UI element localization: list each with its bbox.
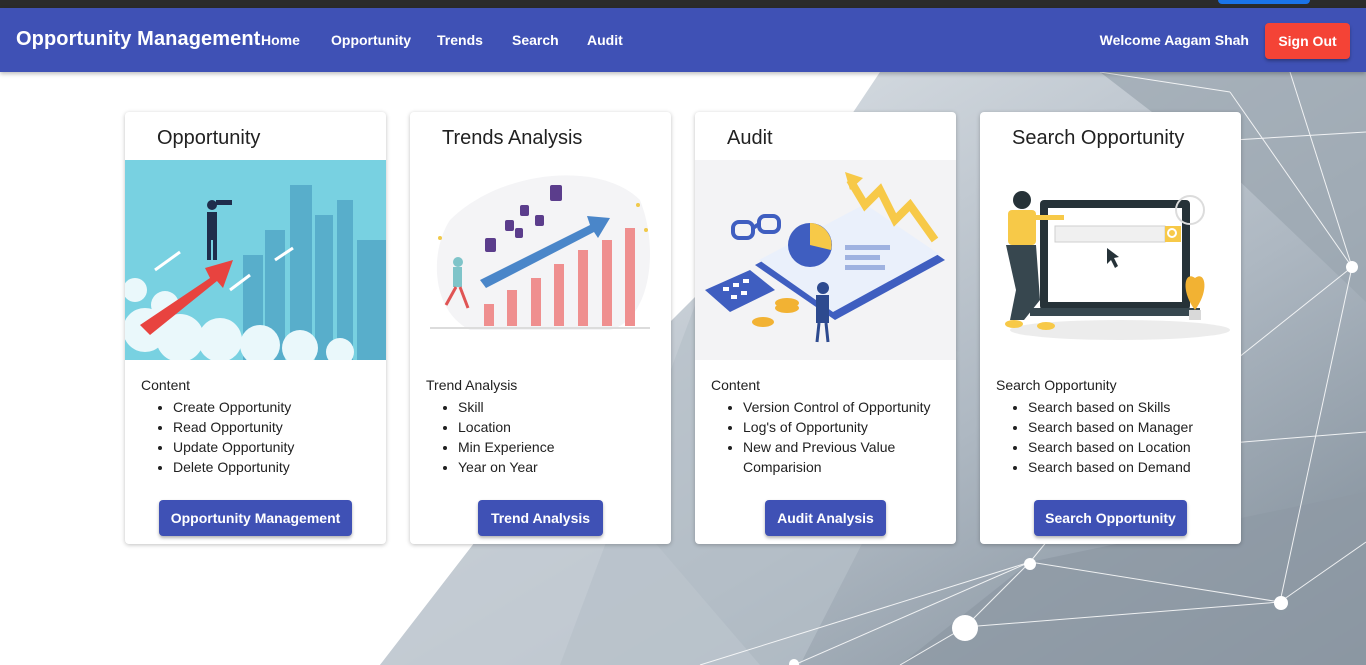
audit-analysis-button[interactable]: Audit Analysis <box>765 500 886 536</box>
card-search: Search Opportunity Search Opportunity Se… <box>980 112 1241 544</box>
card-title: Opportunity <box>157 127 261 149</box>
top-navbar: Opportunity Management Home Opportunity … <box>0 8 1366 72</box>
list-item: Read Opportunity <box>173 417 383 437</box>
list-item: Create Opportunity <box>173 397 383 417</box>
card-title: Trends Analysis <box>442 127 583 149</box>
list-item: Year on Year <box>458 457 668 477</box>
list-item: Min Experience <box>458 437 668 457</box>
list-item: Skill <box>458 397 668 417</box>
feature-list: Search based on Skills Search based on M… <box>996 397 1238 477</box>
feature-list: Skill Location Min Experience Year on Ye… <box>426 397 668 477</box>
search-opportunity-button[interactable]: Search Opportunity <box>1034 500 1187 536</box>
feature-list: Create Opportunity Read Opportunity Upda… <box>141 397 383 477</box>
card-subtitle: Search Opportunity <box>996 377 1117 393</box>
trend-analysis-button[interactable]: Trend Analysis <box>478 500 603 536</box>
nav-trends[interactable]: Trends <box>437 32 483 48</box>
audit-dashboard-illustration <box>695 160 956 360</box>
opportunity-management-button[interactable]: Opportunity Management <box>159 500 352 536</box>
list-item: Log's of Opportunity <box>743 417 953 437</box>
card-audit: Audit Content Version Control of Opportu… <box>695 112 956 544</box>
list-item: Update Opportunity <box>173 437 383 457</box>
list-item: Search based on Demand <box>1028 457 1238 477</box>
list-item: Search based on Skills <box>1028 397 1238 417</box>
nav-home[interactable]: Home <box>261 32 300 48</box>
app-title[interactable]: Opportunity Management <box>16 28 260 51</box>
nav-opportunity[interactable]: Opportunity <box>331 32 411 48</box>
list-item: Location <box>458 417 668 437</box>
list-item: Search based on Location <box>1028 437 1238 457</box>
welcome-text: Welcome Aagam Shah <box>1099 32 1249 48</box>
list-item: Version Control of Opportunity <box>743 397 953 417</box>
nav-audit[interactable]: Audit <box>587 32 623 48</box>
card-title: Audit <box>727 127 773 149</box>
card-trends: Trends Analysis Trend Analysis Skill Loc… <box>410 112 671 544</box>
nav-search[interactable]: Search <box>512 32 559 48</box>
feature-list: Version Control of Opportunity Log's of … <box>711 397 953 477</box>
businessman-on-arrow-illustration <box>125 160 386 360</box>
card-opportunity: Opportunity Content Create Opportunity R… <box>125 112 386 544</box>
growth-bar-chart-illustration <box>410 160 671 360</box>
card-subtitle: Trend Analysis <box>426 377 518 393</box>
card-title: Search Opportunity <box>1012 127 1185 149</box>
list-item: Delete Opportunity <box>173 457 383 477</box>
search-screen-illustration <box>980 160 1241 360</box>
browser-indicator <box>1218 0 1310 4</box>
card-subtitle: Content <box>141 377 191 393</box>
list-item: Search based on Manager <box>1028 417 1238 437</box>
card-subtitle: Content <box>711 377 761 393</box>
list-item: New and Previous Value Comparision <box>743 437 953 477</box>
browser-top-strip <box>0 0 1366 8</box>
sign-out-button[interactable]: Sign Out <box>1265 23 1350 59</box>
